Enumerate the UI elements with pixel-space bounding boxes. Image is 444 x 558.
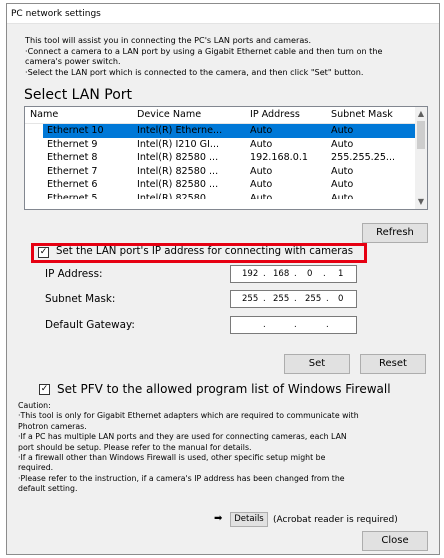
cell-mask: Auto (331, 138, 354, 150)
cell-name: Ethernet 6 (47, 179, 98, 190)
cell-ip: Auto (250, 165, 273, 177)
cell-device: Intel(R) 82580 ... (137, 165, 219, 177)
caution-line: default setting. (18, 484, 78, 494)
caution-line: ·Please refer to the instruction, if a c… (18, 473, 345, 483)
cell-ip: 192.168.0.1 (250, 152, 308, 163)
table-row[interactable]: Ethernet 9 Intel(R) I210 GI... Auto Auto (25, 138, 415, 152)
octet-separator: . (323, 269, 326, 279)
intro-text: This tool will assist you in connecting … (25, 35, 437, 77)
set-ip-checkbox[interactable]: ✓ (38, 247, 49, 258)
cell-ip: Auto (250, 125, 273, 136)
table-row[interactable]: Ethernet 8 Intel(R) 82580 ... 192.168.0.1 2… (25, 151, 415, 165)
caution-line: Caution: (18, 401, 51, 410)
octet-separator: . (326, 294, 329, 304)
octet-separator: . (326, 320, 329, 330)
scroll-up-icon[interactable]: ▲ (415, 107, 427, 121)
column-header-device[interactable]: Device Name (137, 107, 201, 123)
table-row[interactable]: Ethernet 7 Intel(R) 82580 ... Auto Auto (25, 165, 415, 179)
caution-line: ·If a PC has multiple LAN ports and they… (18, 432, 347, 442)
column-header-name[interactable]: Name (30, 107, 58, 123)
intro-line: This tool will assist you in connecting … (25, 35, 312, 45)
scroll-down-icon[interactable]: ▼ (415, 195, 427, 209)
ip-address-field[interactable]: 192 . 168 . 0 . 1 (230, 265, 357, 283)
intro-line: ·Select the LAN port which is connected … (25, 66, 364, 77)
subnet-mask-label: Subnet Mask: (45, 293, 116, 305)
cell-device: Intel(R) 82580 ... (137, 179, 219, 190)
list-header: Name Device Name IP Address Subnet Mask (25, 107, 415, 124)
ip-octet-1: 192 (242, 269, 259, 279)
default-gateway-label: Default Gateway: (45, 319, 135, 331)
cell-mask: Auto (331, 179, 354, 190)
intro-line: ·Connect a camera to a LAN port by using… (25, 45, 383, 56)
set-ip-checkbox-label[interactable]: Set the LAN port's IP address for connec… (56, 245, 353, 259)
cell-name: Ethernet 5 (47, 192, 98, 204)
cell-mask: 255.255.25... (331, 152, 396, 163)
set-button[interactable]: Set (284, 354, 350, 374)
close-button[interactable]: Close (362, 531, 428, 551)
caution-line: required. (18, 463, 54, 473)
ip-octet-4: 1 (338, 269, 344, 279)
octet-separator: . (294, 269, 297, 279)
scroll-thumb[interactable] (417, 121, 425, 149)
pfv-checkbox[interactable]: ✓ (39, 384, 50, 395)
mask-octet-2: 255 (273, 294, 290, 304)
mask-octet-1: 255 (242, 294, 259, 304)
cell-name: Ethernet 9 (47, 138, 98, 150)
acrobat-note: (Acrobat reader is required) (273, 515, 398, 525)
mask-octet-4: 0 (338, 294, 344, 304)
default-gateway-field[interactable]: . . . (230, 316, 357, 334)
table-row[interactable]: Ethernet 10 Intel(R) Etherne... Auto Auto (25, 124, 415, 138)
cell-name: Ethernet 8 (47, 152, 98, 163)
reset-button[interactable]: Reset (360, 354, 426, 374)
arrow-right-icon: ➡ (214, 513, 223, 524)
octet-separator: . (263, 294, 266, 304)
cell-mask: Auto (331, 192, 354, 204)
caution-line: ·If a firewall other than Windows Firewa… (18, 453, 326, 463)
table-row[interactable]: Ethernet 5 Intel(R) 82580 ... Auto Auto (25, 192, 415, 204)
cell-mask: Auto (331, 165, 354, 177)
subnet-mask-field[interactable]: 255 . 255 . 255 . 0 (230, 290, 357, 308)
octet-separator: . (294, 320, 297, 330)
cell-name: Ethernet 7 (47, 165, 98, 177)
column-header-ip[interactable]: IP Address (250, 107, 300, 123)
mask-octet-3: 255 (305, 294, 322, 304)
cell-name: Ethernet 10 (47, 125, 104, 136)
cell-ip: Auto (250, 138, 273, 150)
cell-ip: Auto (250, 192, 273, 204)
ip-octet-3: 0 (307, 269, 313, 279)
cell-ip: Auto (250, 179, 273, 190)
select-lan-port-heading: Select LAN Port (24, 87, 133, 103)
octet-separator: . (263, 269, 266, 279)
caution-text: Caution: ·This tool is only for Gigabit … (18, 401, 436, 495)
table-row[interactable]: Ethernet 6 Intel(R) 82580 ... Auto Auto (25, 178, 415, 192)
ip-octet-2: 168 (273, 269, 290, 279)
details-button[interactable]: Details (230, 512, 268, 527)
list-body: Ethernet 10 Intel(R) Etherne... Auto Auto Et… (25, 124, 415, 209)
cell-device: Intel(R) I210 GI... (137, 138, 220, 150)
list-scrollbar[interactable]: ▲ ▼ (415, 107, 427, 209)
caution-line: port should be setup. Please refer to th… (18, 442, 252, 452)
cell-device: Intel(R) 82580 ... (137, 152, 219, 163)
lan-port-list[interactable]: Name Device Name IP Address Subnet Mask … (24, 106, 428, 210)
cell-device: Intel(R) Etherne... (137, 125, 223, 136)
window-title: PC network settings (7, 4, 439, 24)
octet-separator: . (263, 320, 266, 330)
cell-device: Intel(R) 82580 ... (137, 192, 219, 204)
refresh-button[interactable]: Refresh (362, 223, 428, 243)
caution-line: Photron cameras. (18, 421, 87, 431)
intro-line: camera's power switch. (25, 56, 121, 67)
ip-address-label: IP Address: (45, 268, 103, 280)
column-header-mask[interactable]: Subnet Mask (331, 107, 393, 123)
cell-mask: Auto (331, 125, 354, 136)
caution-line: ·This tool is only for Gigabit Ethernet … (18, 411, 359, 421)
octet-separator: . (294, 294, 297, 304)
pfv-checkbox-label[interactable]: Set PFV to the allowed program list of W… (57, 381, 391, 397)
